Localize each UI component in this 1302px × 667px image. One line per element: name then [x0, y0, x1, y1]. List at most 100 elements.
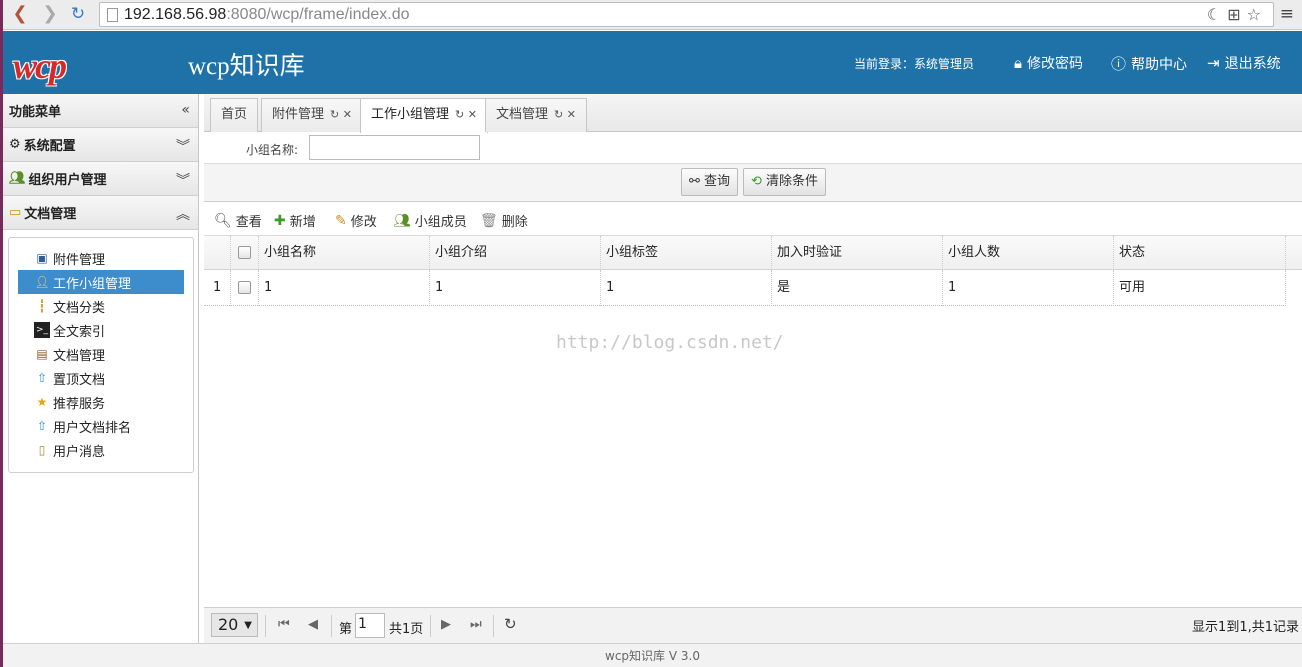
doc-management-tree: ▣ 附件管理 👤︎ 工作小组管理 ┇ 文档分类 >_ 全文索引 ▤ 文档管理 ⇧… — [8, 237, 194, 473]
users-icon: 👥︎ — [393, 212, 411, 229]
collapse-sidebar-icon[interactable]: « — [181, 102, 190, 118]
column-header[interactable]: 小组名称 — [259, 236, 430, 270]
select-all-checkbox[interactable] — [231, 236, 259, 270]
column-header[interactable]: 加入时验证 — [772, 236, 943, 270]
chevron-down-icon: ︾ — [176, 139, 190, 155]
table-row[interactable]: 1 1 1 1 是 1 可用 — [204, 270, 1286, 306]
group-members-button[interactable]: 👥︎ 小组成员 — [393, 211, 467, 231]
last-page-icon[interactable]: ⏭︎ — [470, 617, 482, 632]
chevron-up-icon: ︽ — [176, 207, 190, 223]
browser-toolbar: ❮ ❯ ↻ 192.168.56.98:8080/wcp/frame/index… — [3, 0, 1302, 30]
document-icon: ▤ — [36, 347, 48, 361]
tab-attachments[interactable]: 附件管理 ↻ ✕ — [261, 98, 363, 132]
logout-link[interactable]: ⇥ 退出系统 — [1207, 53, 1281, 73]
grid-toolbar: 🔍︎ 查看 ✚ 新增 ✎ 修改 👥︎ 小组成员 🗑︎ 删除 — [204, 202, 1302, 236]
column-header[interactable]: 状态 — [1114, 236, 1286, 270]
sidebar-item-user-messages[interactable]: ▯ 用户消息 — [18, 438, 184, 462]
logo: wcp — [13, 46, 67, 86]
refresh-close-icons[interactable]: ↻ ✕ — [554, 108, 576, 121]
group-name-input[interactable] — [309, 135, 480, 160]
page-prefix: 第 — [339, 622, 353, 637]
table-cell: 1 — [259, 270, 430, 306]
sidebar: 功能菜单 « ⚙ 系统配置 ︾ 👥︎ 组织用户管理 ︾ ▭ 文档管理 ︽ ▣ 附… — [3, 94, 199, 643]
pagination-bar: 20 ▼ ⏮︎ ◀︎ 第 1 共1页 ▶︎ ⏭︎ ↻ 显示1到1,共1记录 — [204, 607, 1302, 643]
plus-icon: ✚ — [274, 212, 286, 229]
users-icon: 👥︎ — [9, 171, 26, 186]
change-password-link[interactable]: 🔒︎ 修改密码 — [1014, 53, 1083, 73]
reload-icon[interactable]: ↻ — [67, 3, 89, 25]
clear-conditions-button[interactable]: ⟲ 清除条件 — [743, 168, 827, 196]
dropdown-arrow-icon: ▼ — [244, 620, 252, 631]
watermark: http://blog.csdn.net/ — [556, 332, 784, 353]
arrow-up-icon: ⇧ — [36, 371, 48, 385]
row-number-header — [204, 236, 231, 270]
gear-icon: ⚙ — [9, 137, 21, 152]
user-group-icon: 👤︎ — [34, 275, 50, 289]
browser-menu-icon[interactable]: ≡ — [1280, 4, 1294, 24]
binoculars-icon: ⚯ — [689, 174, 700, 189]
table-cell: 1 — [601, 270, 772, 306]
main-panel: 首页 附件管理 ↻ ✕ 工作小组管理 ↻ ✕ 文档管理 ↻ ✕ 小组名称: ⚯ 查询 … — [204, 94, 1302, 643]
column-header[interactable]: 小组人数 — [943, 236, 1114, 270]
sidebar-item-documents[interactable]: ▤ 文档管理 — [18, 342, 184, 366]
group-name-label: 小组名称: — [246, 143, 299, 157]
table-cell: 1 — [943, 270, 1114, 306]
table-cell: 是 — [772, 270, 943, 306]
app-title: wcp知识库 — [188, 53, 305, 80]
sidebar-item-user-doc-ranking[interactable]: ⇧ 用户文档排名 — [18, 414, 184, 438]
page-number-input[interactable]: 1 — [355, 613, 385, 638]
divider — [493, 615, 494, 637]
sidebar-item-doc-categories[interactable]: ┇ 文档分类 — [18, 294, 184, 318]
divider — [430, 615, 431, 637]
sidebar-item-recommend-service[interactable]: ★ 推荐服务 — [18, 390, 184, 414]
forward-icon[interactable]: ❯ — [39, 3, 61, 25]
sidebar-group-org-users[interactable]: 👥︎ 组织用户管理 ︾ — [3, 162, 198, 196]
chevron-down-icon: ︾ — [176, 173, 190, 189]
table-cell: 可用 — [1114, 270, 1286, 306]
delete-button[interactable]: 🗑︎ 删除 — [480, 211, 528, 231]
tab-home[interactable]: 首页 — [210, 98, 259, 132]
refresh-close-icons[interactable]: ↻ ✕ — [455, 108, 477, 121]
logout-icon: ⇥ — [1207, 54, 1220, 72]
folder-icon: ▭ — [9, 205, 22, 220]
table-cell: 1 — [430, 270, 601, 306]
sidebar-item-pinned-docs[interactable]: ⇧ 置顶文档 — [18, 366, 184, 390]
column-header[interactable]: 小组标签 — [601, 236, 772, 270]
divider — [331, 615, 332, 637]
divider — [265, 615, 266, 637]
prev-page-icon[interactable]: ◀︎ — [308, 617, 318, 632]
tab-bar: 首页 附件管理 ↻ ✕ 工作小组管理 ↻ ✕ 文档管理 ↻ ✕ — [204, 94, 1302, 133]
query-button[interactable]: ⚯ 查询 — [681, 168, 739, 196]
page-size-select[interactable]: 20 ▼ — [211, 613, 258, 637]
help-center-link[interactable]: ⓘ 帮助中心 — [1111, 53, 1187, 74]
address-bar[interactable]: 192.168.56.98:8080/wcp/frame/index.do ☾⊞… — [99, 2, 1274, 27]
app-header: wcp wcp知识库 当前登录：系统管理员 🔒︎ 修改密码 ⓘ 帮助中心 ⇥ 退… — [3, 31, 1302, 94]
footer-version: wcp知识库 V 3.0 — [3, 643, 1302, 667]
tab-work-groups[interactable]: 工作小组管理 ↻ ✕ — [360, 98, 488, 133]
save-icon: ▣ — [36, 251, 48, 265]
sidebar-header: 功能菜单 « — [3, 94, 198, 128]
sidebar-group-doc-management[interactable]: ▭ 文档管理 ︽ — [3, 196, 198, 230]
record-count: 显示1到1,共1记录 — [1192, 620, 1299, 635]
sidebar-item-work-groups[interactable]: 👤︎ 工作小组管理 — [18, 270, 184, 294]
edit-button[interactable]: ✎ 修改 — [335, 211, 377, 231]
arrow-up-icon: ⇧ — [36, 419, 48, 433]
page-icon — [107, 8, 118, 22]
add-button[interactable]: ✚ 新增 — [274, 211, 316, 231]
back-icon[interactable]: ❮ — [9, 3, 31, 25]
star-icon: ★ — [36, 395, 48, 409]
sidebar-item-attachments[interactable]: ▣ 附件管理 — [18, 246, 184, 270]
sidebar-item-fulltext-index[interactable]: >_ 全文索引 — [18, 318, 184, 342]
refresh-icon[interactable]: ↻ — [504, 615, 517, 633]
refresh-close-icons[interactable]: ↻ ✕ — [330, 108, 352, 121]
magnifier-icon: 🔍︎ — [214, 212, 232, 229]
row-checkbox[interactable] — [231, 270, 259, 306]
column-header[interactable]: 小组介绍 — [430, 236, 601, 270]
next-page-icon[interactable]: ▶︎ — [441, 617, 451, 632]
url-action-icons[interactable]: ☾⊞☆ — [1207, 5, 1267, 24]
view-button[interactable]: 🔍︎ 查看 — [214, 211, 262, 231]
sidebar-group-system-config[interactable]: ⚙ 系统配置 ︾ — [3, 128, 198, 162]
note-icon: ▯ — [38, 443, 46, 457]
first-page-icon[interactable]: ⏮︎ — [278, 617, 290, 632]
tab-documents[interactable]: 文档管理 ↻ ✕ — [485, 98, 587, 132]
